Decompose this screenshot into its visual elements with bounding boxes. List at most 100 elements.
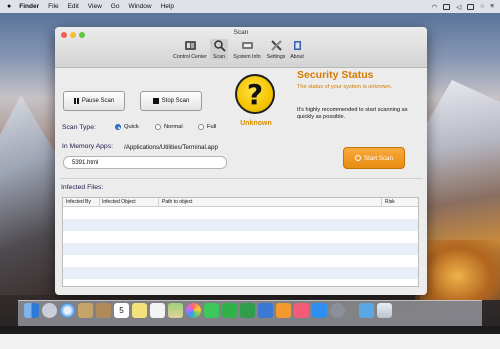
numbers-icon[interactable] xyxy=(240,303,255,318)
scan-type-normal[interactable]: Normal xyxy=(155,124,183,130)
scan-icon xyxy=(213,39,226,52)
dock: 5 xyxy=(24,303,392,318)
scan-type-label: Scan Type: xyxy=(62,124,96,131)
scan-window: Scan Control Center Scan System Info Set… xyxy=(55,27,427,295)
window-titlebar: Scan Control Center Scan System Info Set… xyxy=(55,27,427,68)
tab-label: Control Center xyxy=(173,54,207,60)
start-scan-label: Start Scan xyxy=(364,154,393,162)
pause-icon xyxy=(73,98,79,104)
about-icon xyxy=(291,39,304,52)
search-icon[interactable]: ○ xyxy=(480,3,484,10)
table-header: Infected By Infected Object Path to obje… xyxy=(63,198,418,207)
menu-view[interactable]: View xyxy=(88,3,102,10)
stop-icon xyxy=(152,98,159,104)
trash-icon[interactable] xyxy=(377,303,392,318)
dock-separator xyxy=(348,303,356,318)
column-divider xyxy=(99,198,100,206)
menu-window[interactable]: Window xyxy=(128,3,151,10)
table-row xyxy=(63,219,418,231)
radio-label: Normal xyxy=(164,124,183,130)
radio-dot xyxy=(115,124,121,130)
current-file-value: 5391.html xyxy=(72,159,99,166)
facetime-icon[interactable] xyxy=(222,303,237,318)
in-memory-app-path: /Applications/Utilities/Terminal.app xyxy=(124,144,218,151)
tab-control-center[interactable]: Control Center xyxy=(169,39,211,60)
laptop-base xyxy=(0,334,500,349)
appstore-icon[interactable] xyxy=(312,303,327,318)
photos-icon[interactable] xyxy=(186,303,201,318)
radio-dot xyxy=(155,124,161,130)
contacts-icon[interactable] xyxy=(96,303,111,318)
tab-label: About xyxy=(290,54,304,60)
safari-icon[interactable] xyxy=(60,303,75,318)
window-title: Scan xyxy=(233,29,249,36)
tab-settings[interactable]: Settings xyxy=(265,39,287,60)
battery-icon[interactable] xyxy=(467,3,475,10)
radio-label: Quick xyxy=(124,124,139,130)
stop-scan-button[interactable]: Stop Scan xyxy=(140,91,202,111)
tab-label: Settings xyxy=(266,54,286,60)
column-infected-object[interactable]: Infected Object xyxy=(102,199,136,205)
section-divider xyxy=(60,178,422,179)
infected-files-table[interactable]: Infected By Infected Object Path to obje… xyxy=(62,197,419,287)
reminders-icon[interactable] xyxy=(150,303,165,318)
mail-icon[interactable] xyxy=(78,303,93,318)
settings-icon xyxy=(270,39,283,52)
column-path[interactable]: Path to object xyxy=(162,199,193,205)
apple-menu-icon[interactable]: ● xyxy=(7,3,11,10)
screen-mirror-icon[interactable] xyxy=(443,3,451,10)
finder-icon[interactable] xyxy=(24,303,39,318)
control-center-icon xyxy=(184,39,197,52)
books-icon[interactable] xyxy=(276,303,291,318)
status-area: ◠ ◁ ○ ≡ xyxy=(432,0,494,13)
pause-scan-label: Pause Scan xyxy=(81,98,115,104)
pause-scan-button[interactable]: Pause Scan xyxy=(63,91,125,111)
notification-center-icon[interactable]: ≡ xyxy=(490,3,494,10)
calendar-icon[interactable]: 5 xyxy=(114,303,129,318)
table-row xyxy=(63,231,418,243)
column-risk[interactable]: Risk xyxy=(385,199,395,205)
security-status-title: Security Status xyxy=(297,69,374,81)
security-status-subtitle: The status of your system is unknown. xyxy=(297,84,393,90)
menu-file[interactable]: File xyxy=(48,3,58,10)
column-infected-by[interactable]: Infected By xyxy=(66,199,91,205)
wifi-icon[interactable]: ◠ xyxy=(432,3,438,11)
table-row xyxy=(63,243,418,255)
search-icon xyxy=(355,155,362,161)
launchpad-icon[interactable] xyxy=(42,303,57,318)
menu-go[interactable]: Go xyxy=(111,3,120,10)
notes-icon[interactable] xyxy=(132,303,147,318)
table-row xyxy=(63,207,418,219)
start-scan-button[interactable]: Start Scan xyxy=(343,147,405,169)
maps-icon[interactable] xyxy=(168,303,183,318)
status-unknown-icon: ? xyxy=(235,74,275,114)
security-status-message: It's highly recommended to start scannin… xyxy=(297,107,408,120)
radio-label: Full xyxy=(207,124,217,130)
music-icon[interactable] xyxy=(294,303,309,318)
desktop: ● Finder File Edit View Go Window Help ◠… xyxy=(0,0,500,326)
volume-icon[interactable]: ◁ xyxy=(456,3,461,11)
preferences-icon[interactable] xyxy=(330,303,345,318)
in-memory-apps-label: In Memory Apps: xyxy=(62,143,113,150)
tab-scan[interactable]: Scan xyxy=(210,39,228,60)
messages-icon[interactable] xyxy=(204,303,219,318)
keynote-icon[interactable] xyxy=(258,303,273,318)
status-label: Unknown xyxy=(240,120,272,127)
downloads-icon[interactable] xyxy=(359,303,374,318)
menu-bar: ● Finder File Edit View Go Window Help ◠… xyxy=(0,0,500,13)
menu-help[interactable]: Help xyxy=(161,3,174,10)
menu-finder[interactable]: Finder xyxy=(19,3,39,10)
column-divider xyxy=(158,198,159,206)
tab-label: System Info xyxy=(233,54,261,60)
tab-about[interactable]: About xyxy=(288,39,306,60)
scan-type-quick[interactable]: Quick xyxy=(115,124,139,130)
system-info-icon xyxy=(241,39,254,52)
menu-edit[interactable]: Edit xyxy=(68,3,79,10)
column-divider xyxy=(381,198,382,206)
tab-system-info[interactable]: System Info xyxy=(230,39,264,60)
scan-type-full[interactable]: Full xyxy=(198,124,216,130)
table-row xyxy=(63,255,418,267)
stop-scan-label: Stop Scan xyxy=(161,98,190,104)
infected-files-label: Infected Files: xyxy=(61,184,104,191)
wallpaper-glow xyxy=(415,240,500,300)
